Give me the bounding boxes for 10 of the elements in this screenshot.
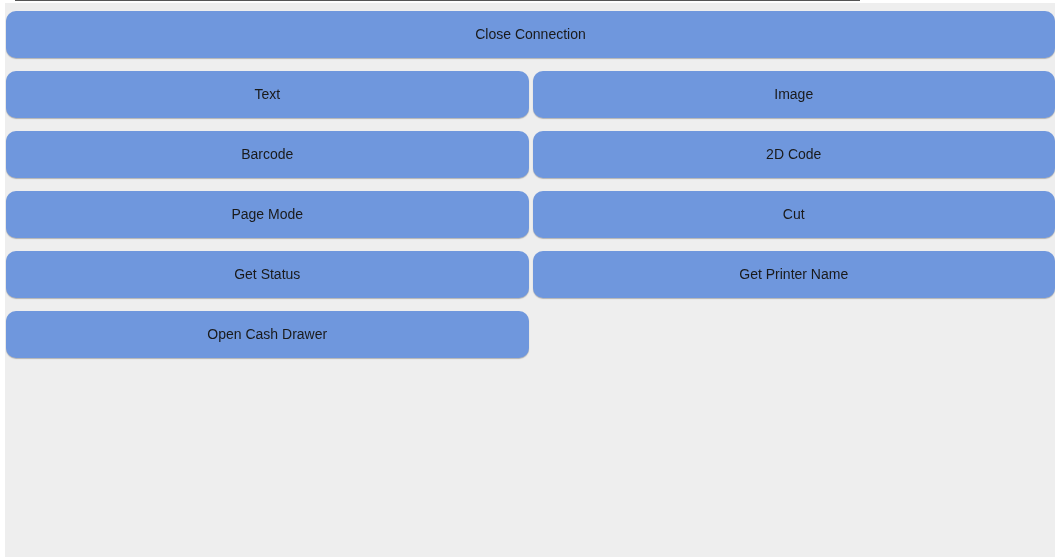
action-button[interactable]: Get Printer Name xyxy=(532,251,1055,298)
action-button[interactable]: Text xyxy=(6,71,529,118)
action-button[interactable]: Barcode xyxy=(6,131,529,178)
action-button[interactable]: Get Status xyxy=(6,251,529,298)
action-button[interactable]: 2D Code xyxy=(532,131,1055,178)
action-button[interactable]: Image xyxy=(532,71,1055,118)
action-button[interactable]: Cut xyxy=(532,191,1055,238)
action-button[interactable]: Page Mode xyxy=(6,191,529,238)
close-connection-button[interactable]: Close Connection xyxy=(6,11,1055,58)
action-button[interactable]: Open Cash Drawer xyxy=(6,311,529,358)
